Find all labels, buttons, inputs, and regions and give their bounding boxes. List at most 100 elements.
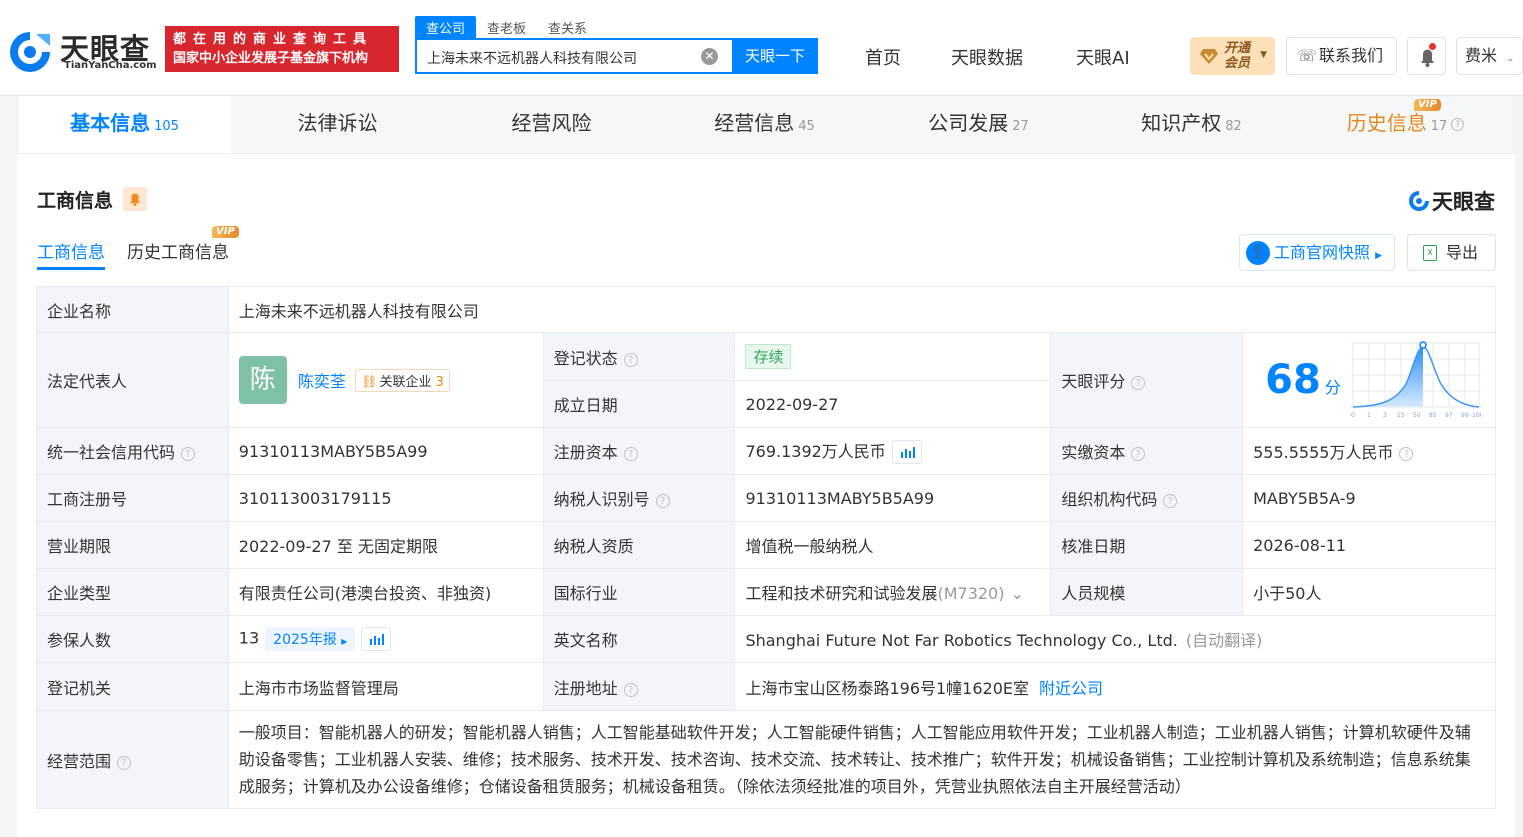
help-icon[interactable]: ?: [1163, 494, 1178, 508]
official-snapshot-button[interactable]: 👤 工商官网快照 ▶: [1239, 234, 1395, 271]
help-icon[interactable]: ?: [1131, 376, 1146, 390]
staff-key: 人员规模: [1050, 568, 1244, 616]
chevron-down-icon[interactable]: ⌄: [1010, 584, 1023, 603]
nearby-companies-link[interactable]: 附近公司: [1039, 679, 1103, 698]
related-companies-badge[interactable]: ⛓ 关联企业 3: [355, 368, 450, 392]
annual-report-button[interactable]: 2025年报 ▶: [265, 627, 356, 651]
search-tab-company[interactable]: 查公司: [415, 16, 477, 38]
avatar[interactable]: 陈: [238, 356, 287, 404]
key-label: 统一社会信用代码: [47, 443, 176, 462]
table-row: 企业名称 上海未来不远机器人科技有限公司: [36, 286, 1497, 333]
nav-home[interactable]: 首页: [865, 44, 901, 70]
legal-rep-link[interactable]: 陈奕荃: [298, 372, 346, 391]
help-icon[interactable]: ?: [1399, 447, 1414, 461]
key-label: 纳税人识别号: [553, 490, 650, 509]
clear-search-icon[interactable]: ✕: [701, 48, 718, 65]
tab-ip[interactable]: 知识产权 82: [1085, 96, 1298, 153]
chart-icon[interactable]: [891, 440, 922, 465]
tab-label: 公司发展: [928, 111, 1009, 135]
industry-cell[interactable]: 工程和技术研究和试验发展(M7320) ⌄: [734, 568, 1052, 616]
search-input[interactable]: 上海未来不远机器人科技有限公司 ✕: [415, 38, 732, 74]
table-row: 营业期限 2022-09-27 至 无固定期限 纳税人资质 增值税一般纳税人 核…: [36, 521, 1496, 569]
industry-value: 工程和技术研究和试验发展: [745, 584, 938, 603]
help-icon[interactable]: ?: [623, 447, 638, 461]
caret-right-icon: ▶: [341, 637, 348, 646]
section-title: 工商信息: [37, 190, 114, 212]
contact-us-button[interactable]: ☏ 联系我们: [1286, 37, 1397, 75]
vip-open-text: 开通 会员: [1224, 41, 1250, 71]
tab-label: 历史信息: [1346, 111, 1427, 135]
tab-risk[interactable]: 经营风险: [445, 96, 658, 153]
search-query-text[interactable]: 上海未来不远机器人科技有限公司: [427, 48, 637, 68]
help-icon[interactable]: ?: [181, 447, 196, 461]
en-name-cell: Shanghai Future Not Far Robotics Technol…: [734, 615, 1496, 663]
score-distribution-chart: 0 1 3 15 50 85 97 99 100: [1351, 341, 1482, 419]
tab-basic-info[interactable]: 基本信息 105: [18, 96, 231, 153]
term-value: 2022-09-27 至 无固定期限: [227, 521, 544, 569]
score-axis-tick: 99: [1461, 412, 1469, 419]
paid-capital-value: 555.5555万人民币: [1253, 443, 1394, 462]
help-icon[interactable]: ?: [623, 682, 638, 697]
credit-code-value: 91310113MABY5B5A99: [227, 427, 544, 475]
diamond-icon: [1200, 49, 1218, 64]
key-label: 天眼评分: [1061, 372, 1126, 391]
notification-dot: [1429, 43, 1436, 50]
vip-badge: VIP: [1414, 99, 1441, 111]
address-cell: 上海市宝山区杨泰路196号1幢1620E室 附近公司: [734, 662, 1496, 711]
user-name: 费米: [1465, 46, 1498, 65]
user-menu[interactable]: 费米 ⌄: [1456, 37, 1523, 75]
legal-rep-cell: 陈 陈奕荃 ⛓ 关联企业 3: [227, 332, 544, 428]
search-tab-relation[interactable]: 查关系: [537, 16, 598, 38]
tab-development[interactable]: 公司发展 27: [872, 96, 1085, 153]
active-subtab-indicator: [37, 267, 105, 270]
table-row: 参保人数 13 2025年报 ▶ 英文名称 Shanghai Future Not…: [36, 615, 1496, 663]
search-tab-boss[interactable]: 查老板: [476, 16, 537, 38]
taxpayer-qual-key: 纳税人资质: [542, 521, 736, 569]
tab-count: 17: [1430, 119, 1448, 134]
score-axis-tick: 0: [1351, 412, 1355, 419]
score-axis-tick: 85: [1429, 412, 1437, 419]
scope-key: 经营范围?: [36, 710, 229, 809]
tab-litigation[interactable]: 法律诉讼: [231, 96, 444, 153]
vip-badge: VIP: [212, 226, 239, 238]
help-icon[interactable]: ?: [117, 755, 132, 770]
taxpayer-id-value: 91310113MABY5B5A99: [734, 474, 1052, 522]
site-logo[interactable]: 天眼查 TianYanCha.com: [6, 26, 158, 74]
en-name-key: 英文名称: [542, 615, 736, 663]
chevron-right-icon: ▶: [1375, 251, 1383, 261]
search-button[interactable]: 天眼一下: [732, 38, 818, 74]
contact-label: 联系我们: [1319, 46, 1384, 65]
reg-capital-key: 注册资本?: [542, 427, 736, 475]
annual-report-label: 2025年报: [273, 632, 337, 648]
logo-mark-icon: [10, 32, 50, 72]
notification-button[interactable]: [1407, 37, 1446, 75]
tab-history[interactable]: 历史信息 17?: [1299, 96, 1512, 153]
key-label: 组织机构代码: [1061, 490, 1158, 509]
table-row: 统一社会信用代码? 91310113MABY5B5A99 注册资本? 769.1…: [36, 427, 1496, 475]
nav-data[interactable]: 天眼数据: [951, 44, 1023, 70]
help-icon[interactable]: ?: [655, 494, 670, 508]
help-icon[interactable]: ?: [623, 352, 638, 367]
score-axis-tick: 97: [1445, 412, 1453, 419]
help-icon[interactable]: ?: [1131, 447, 1146, 461]
chart-icon[interactable]: [361, 627, 392, 651]
subtab-history-business-info[interactable]: 历史工商信息: [127, 238, 229, 263]
export-button[interactable]: X 导出: [1407, 234, 1496, 271]
score-unit: 分: [1324, 378, 1341, 397]
org-code-key: 组织机构代码?: [1050, 474, 1244, 522]
brand-text: 天眼查: [1432, 190, 1495, 214]
open-vip-button[interactable]: 开通 会员 ▼: [1190, 37, 1275, 75]
paid-capital-cell: 555.5555万人民币?: [1242, 427, 1496, 475]
table-row: 企业类型 有限责任公司(港澳台投资、非独资) 国标行业 工程和技术研究和试验发展…: [36, 568, 1496, 616]
subtab-business-info[interactable]: 工商信息: [37, 238, 105, 263]
related-label: 关联企业: [379, 374, 432, 390]
nav-ai[interactable]: 天眼AI: [1076, 44, 1130, 70]
subscribe-bell-icon[interactable]: [123, 187, 147, 211]
network-icon: ⛓: [361, 374, 378, 390]
staff-value: 小于50人: [1242, 568, 1496, 616]
chevron-down-icon: ⌄: [1506, 53, 1515, 64]
score-value: 68: [1265, 357, 1321, 403]
tab-operation[interactable]: 经营信息 45: [658, 96, 871, 153]
score-cell[interactable]: 68 分 0 1 3 15 50 85 97 99 10: [1242, 332, 1496, 428]
help-icon[interactable]: ?: [1451, 118, 1465, 131]
